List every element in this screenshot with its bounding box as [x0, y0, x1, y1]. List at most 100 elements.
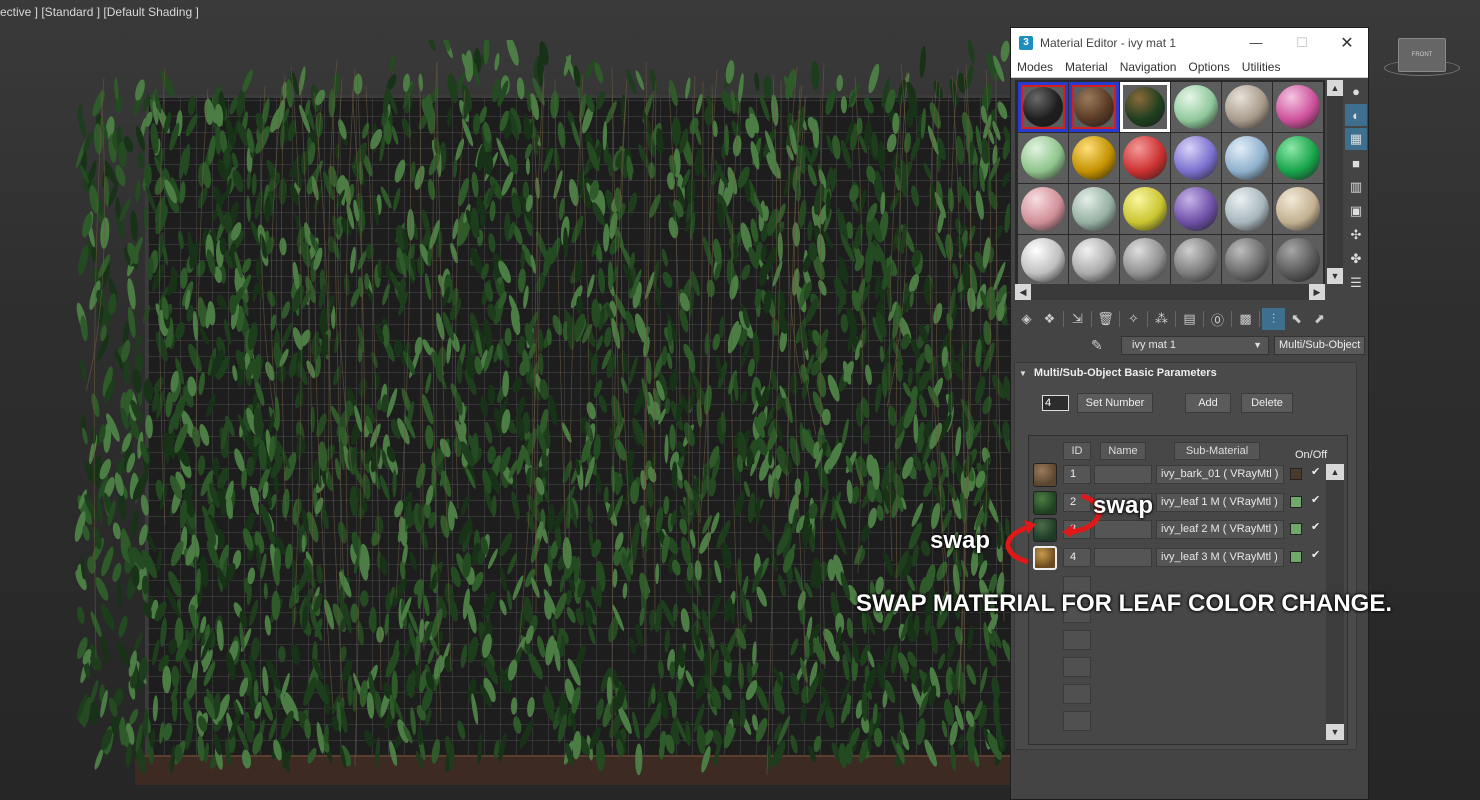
- go-to-parent-icon[interactable]: ⬉: [1285, 308, 1308, 330]
- sub-material-button[interactable]: ivy_leaf 3 M ( VRayMtl ): [1156, 548, 1284, 567]
- minimize-button[interactable]: —: [1233, 28, 1279, 57]
- make-unique-icon[interactable]: ⁂: [1150, 308, 1173, 330]
- collapse-triangle-icon[interactable]: ▼: [1019, 369, 1027, 378]
- ivy-leaf: [114, 77, 119, 100]
- scroll-left-icon[interactable]: ◀: [1015, 284, 1031, 300]
- select-by-material-icon[interactable]: ✤: [1345, 248, 1367, 270]
- on-off-checkbox[interactable]: ✔: [1311, 465, 1320, 478]
- rollout-header[interactable]: ▼ Multi/Sub-Object Basic Parameters: [1015, 363, 1356, 383]
- sample-slot[interactable]: [1018, 82, 1068, 132]
- scroll-down-icon[interactable]: ▼: [1326, 724, 1344, 740]
- sample-slot[interactable]: [1069, 184, 1119, 234]
- put-to-library-icon[interactable]: ▤: [1178, 308, 1201, 330]
- chevron-down-icon[interactable]: ▼: [1253, 337, 1262, 354]
- scroll-up-icon[interactable]: ▲: [1327, 80, 1343, 96]
- sample-slot[interactable]: [1018, 235, 1068, 285]
- sample-slot[interactable]: [1222, 235, 1272, 285]
- column-header-name[interactable]: Name: [1100, 442, 1146, 460]
- ivy-leaf: [752, 641, 757, 665]
- bottom-toolbar: ◈ ❖ ⇲ 🗑 ✧ ⁂ ▤ ⓪ ▩ ⫶ ⬉ ⬈: [1015, 308, 1365, 330]
- sub-material-color-swatch[interactable]: [1290, 468, 1302, 480]
- scroll-right-icon[interactable]: ▶: [1309, 284, 1325, 300]
- menu-options[interactable]: Options: [1182, 60, 1235, 74]
- material-id-channel-icon[interactable]: ⓪: [1206, 308, 1229, 330]
- sample-slot[interactable]: [1069, 82, 1119, 132]
- sample-slot[interactable]: [1171, 184, 1221, 234]
- show-end-result-icon[interactable]: ⫶: [1262, 308, 1285, 330]
- sample-slot[interactable]: [1222, 82, 1272, 132]
- make-preview-icon[interactable]: ▣: [1345, 200, 1367, 222]
- sample-slot[interactable]: [1171, 82, 1221, 132]
- menu-navigation[interactable]: Navigation: [1114, 60, 1183, 74]
- sample-slot[interactable]: [1171, 133, 1221, 183]
- column-header-id[interactable]: ID: [1063, 442, 1091, 460]
- sub-material-color-swatch[interactable]: [1290, 496, 1302, 508]
- menu-modes[interactable]: Modes: [1011, 60, 1059, 74]
- menu-material[interactable]: Material: [1059, 60, 1114, 74]
- viewport-label[interactable]: ective ] [Standard ] [Default Shading ]: [0, 5, 199, 19]
- slots-vertical-scrollbar[interactable]: ▲ ▼: [1327, 80, 1343, 284]
- ivy-leaf: [820, 488, 829, 520]
- sample-slot[interactable]: [1069, 133, 1119, 183]
- put-to-scene-icon[interactable]: ❖: [1038, 308, 1061, 330]
- maximize-button[interactable]: ☐: [1279, 28, 1325, 57]
- scroll-up-icon[interactable]: ▲: [1326, 464, 1344, 480]
- sub-material-color-swatch[interactable]: [1290, 551, 1302, 563]
- sample-slot[interactable]: [1120, 82, 1170, 132]
- on-off-checkbox[interactable]: ✔: [1311, 548, 1320, 561]
- checker-background-icon[interactable]: ▦: [1345, 128, 1367, 150]
- ivy-leaf: [199, 326, 209, 345]
- close-button[interactable]: ✕: [1324, 28, 1370, 57]
- menu-utilities[interactable]: Utilities: [1236, 60, 1287, 74]
- get-material-icon[interactable]: ◈: [1015, 308, 1038, 330]
- sample-slot[interactable]: [1273, 82, 1323, 132]
- copy-material-icon[interactable]: ✧: [1122, 308, 1145, 330]
- options-icon[interactable]: ✣: [1345, 224, 1367, 246]
- viewcube[interactable]: FRONT: [1398, 38, 1446, 72]
- reset-map-icon[interactable]: 🗑: [1094, 308, 1117, 330]
- sub-material-button[interactable]: ivy_leaf 2 M ( VRayMtl ): [1156, 520, 1284, 539]
- title-bar[interactable]: 3 Material Editor - ivy mat 1 — ☐ ✕: [1011, 28, 1368, 57]
- sub-material-button[interactable]: ivy_leaf 1 M ( VRayMtl ): [1156, 493, 1284, 512]
- assign-to-selection-icon[interactable]: ⇲: [1066, 308, 1089, 330]
- material-name-field[interactable]: ivy mat 1 ▼: [1121, 335, 1269, 355]
- eyedropper-icon[interactable]: ✎: [1091, 337, 1109, 354]
- column-header-sub-material[interactable]: Sub-Material: [1174, 442, 1260, 460]
- show-shaded-icon[interactable]: ▩: [1234, 308, 1257, 330]
- material-sphere: [1125, 87, 1165, 127]
- sample-slot[interactable]: [1222, 184, 1272, 234]
- sample-slot[interactable]: [1120, 235, 1170, 285]
- sub-material-color-swatch[interactable]: [1290, 523, 1302, 535]
- on-off-checkbox[interactable]: ✔: [1311, 520, 1320, 533]
- ivy-leaf: [118, 615, 128, 638]
- sample-slot[interactable]: [1222, 133, 1272, 183]
- video-color-check-icon[interactable]: ▥: [1345, 176, 1367, 198]
- backlight-icon[interactable]: ◐: [1345, 104, 1367, 126]
- set-number-button[interactable]: Set Number: [1077, 393, 1153, 413]
- scroll-down-icon[interactable]: ▼: [1327, 268, 1343, 284]
- sample-slot[interactable]: [1120, 184, 1170, 234]
- sample-uv-icon[interactable]: ■: [1345, 152, 1367, 174]
- ivy-leaf: [813, 735, 822, 753]
- material-navigator-icon[interactable]: ☰: [1345, 272, 1367, 294]
- sample-slot[interactable]: [1273, 235, 1323, 285]
- ivy-leaf: [487, 548, 498, 569]
- sample-slot[interactable]: [1018, 184, 1068, 234]
- slots-horizontal-scrollbar[interactable]: ◀ ▶: [1015, 284, 1325, 300]
- sample-slot[interactable]: [1069, 235, 1119, 285]
- column-header-on-off: On/Off: [1295, 449, 1328, 461]
- sample-slot[interactable]: [1171, 235, 1221, 285]
- material-type-button[interactable]: Multi/Sub-Object: [1274, 335, 1366, 355]
- sub-material-button[interactable]: ivy_bark_01 ( VRayMtl ): [1156, 465, 1284, 484]
- sample-slot[interactable]: [1273, 184, 1323, 234]
- sample-slot[interactable]: [1273, 133, 1323, 183]
- go-forward-icon[interactable]: ⬈: [1308, 308, 1331, 330]
- sphere-sample-icon[interactable]: ●: [1345, 80, 1367, 102]
- sample-slot[interactable]: [1018, 133, 1068, 183]
- ivy-leaf: [447, 107, 452, 128]
- add-button[interactable]: Add: [1185, 393, 1231, 413]
- sample-slot[interactable]: [1120, 133, 1170, 183]
- delete-button[interactable]: Delete: [1241, 393, 1293, 413]
- on-off-checkbox[interactable]: ✔: [1311, 493, 1320, 506]
- material-count-field[interactable]: [1042, 395, 1069, 411]
